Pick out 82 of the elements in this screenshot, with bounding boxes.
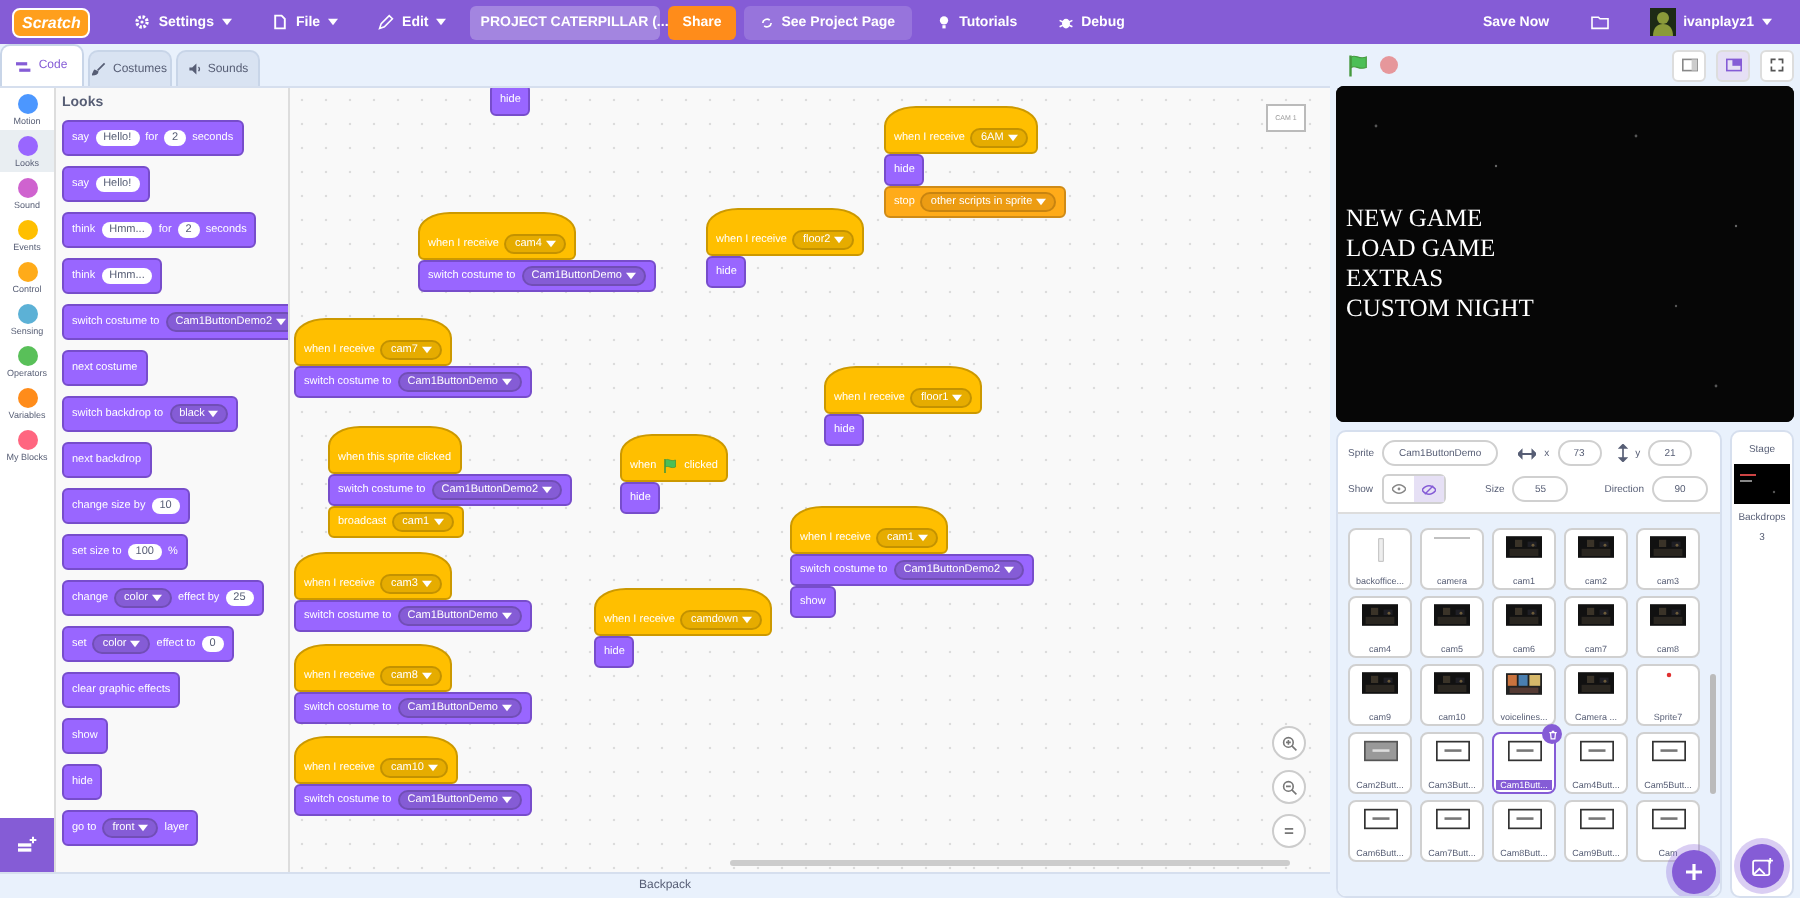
large-stage-icon [1725, 58, 1741, 72]
caret-icon [742, 616, 753, 624]
brush-icon [92, 62, 107, 76]
small-stage-icon [1681, 58, 1697, 72]
avatar-icon [1649, 8, 1676, 36]
menu-option: CUSTOM NIGHT [1346, 296, 1534, 322]
button-thumbnail-icon [1651, 740, 1685, 762]
caret-icon [130, 640, 141, 648]
caret-icon [501, 704, 512, 712]
caret-icon [501, 378, 512, 386]
add-extension-button[interactable] [0, 818, 54, 873]
zoom-out-button[interactable] [1272, 770, 1306, 805]
stage-layout-button[interactable] [1672, 49, 1706, 81]
extension-icon [17, 836, 37, 855]
caret-icon [138, 824, 149, 832]
code-icon [16, 59, 33, 73]
flag-icon [662, 458, 679, 474]
button-thumbnail-icon [1579, 740, 1613, 762]
equals-icon [1282, 824, 1296, 839]
menu-option: NEW GAME [1346, 206, 1534, 232]
button-thumbnail-icon [1507, 808, 1541, 830]
button-thumbnail-icon [1579, 808, 1613, 830]
button-thumbnail-icon [1507, 740, 1541, 762]
caret-icon [433, 518, 444, 526]
delete-button[interactable] [1542, 724, 1562, 744]
dot-icon [1665, 672, 1671, 678]
caret-icon [421, 672, 432, 680]
menu-option: EXTRAS [1346, 266, 1534, 292]
stage-layout-button[interactable] [1716, 49, 1750, 81]
caret-icon [328, 18, 339, 26]
hidden-eye-icon [1421, 483, 1436, 495]
refresh-icon [759, 15, 774, 29]
reset-zoom-button[interactable] [1272, 814, 1306, 849]
button-thumbnail-icon [1435, 808, 1469, 830]
zoom-in-icon [1281, 735, 1297, 752]
caret-icon [436, 18, 447, 26]
caret-icon [501, 796, 512, 804]
horizontal-arrow-icon [1518, 447, 1537, 459]
menu-option: LOAD GAME [1346, 236, 1534, 262]
eye-icon [1391, 484, 1406, 494]
folder-icon[interactable] [1589, 14, 1610, 30]
caret-icon [1004, 566, 1015, 574]
button-thumbnail-icon [1651, 808, 1685, 830]
speaker-icon [187, 62, 202, 76]
trash-icon [1547, 729, 1557, 739]
caret-icon [1007, 134, 1018, 142]
caret-icon [421, 580, 432, 588]
stage-layout-button[interactable] [1760, 49, 1794, 81]
caret-icon [1762, 18, 1772, 26]
flag-icon [1346, 53, 1370, 77]
button-thumbnail-icon [1363, 740, 1397, 762]
plus-icon [1684, 862, 1704, 882]
lightbulb-icon [935, 14, 952, 30]
caret-icon [421, 346, 432, 354]
caret-icon [545, 240, 556, 248]
pencil-icon [378, 14, 395, 30]
caret-icon [1036, 198, 1047, 206]
fullscreen-icon [1770, 58, 1784, 72]
bar-icon [1377, 536, 1383, 564]
zoom-in-button[interactable] [1272, 726, 1306, 761]
caret-icon [917, 534, 928, 542]
caret-icon [221, 18, 232, 26]
add-backdrop-button[interactable] [1740, 844, 1784, 888]
run-button[interactable] [1346, 53, 1370, 77]
image-plus-icon [1751, 857, 1773, 875]
caret-icon [151, 594, 162, 602]
vertical-arrow-icon [1617, 444, 1628, 462]
file-icon [271, 14, 288, 30]
caret-icon [427, 764, 438, 772]
caret-icon [952, 394, 963, 402]
line-icon [1434, 536, 1470, 540]
caret-icon [208, 410, 219, 418]
button-thumbnail-icon [1363, 808, 1397, 830]
caret-icon [542, 486, 553, 494]
bug-icon [1057, 14, 1074, 30]
caret-icon [625, 272, 636, 280]
zoom-out-icon [1281, 779, 1297, 796]
hide-button[interactable] [1413, 476, 1444, 502]
caret-icon [501, 612, 512, 620]
settings-icon [134, 14, 151, 30]
button-thumbnail-icon [1435, 740, 1469, 762]
caret-icon [834, 236, 845, 244]
